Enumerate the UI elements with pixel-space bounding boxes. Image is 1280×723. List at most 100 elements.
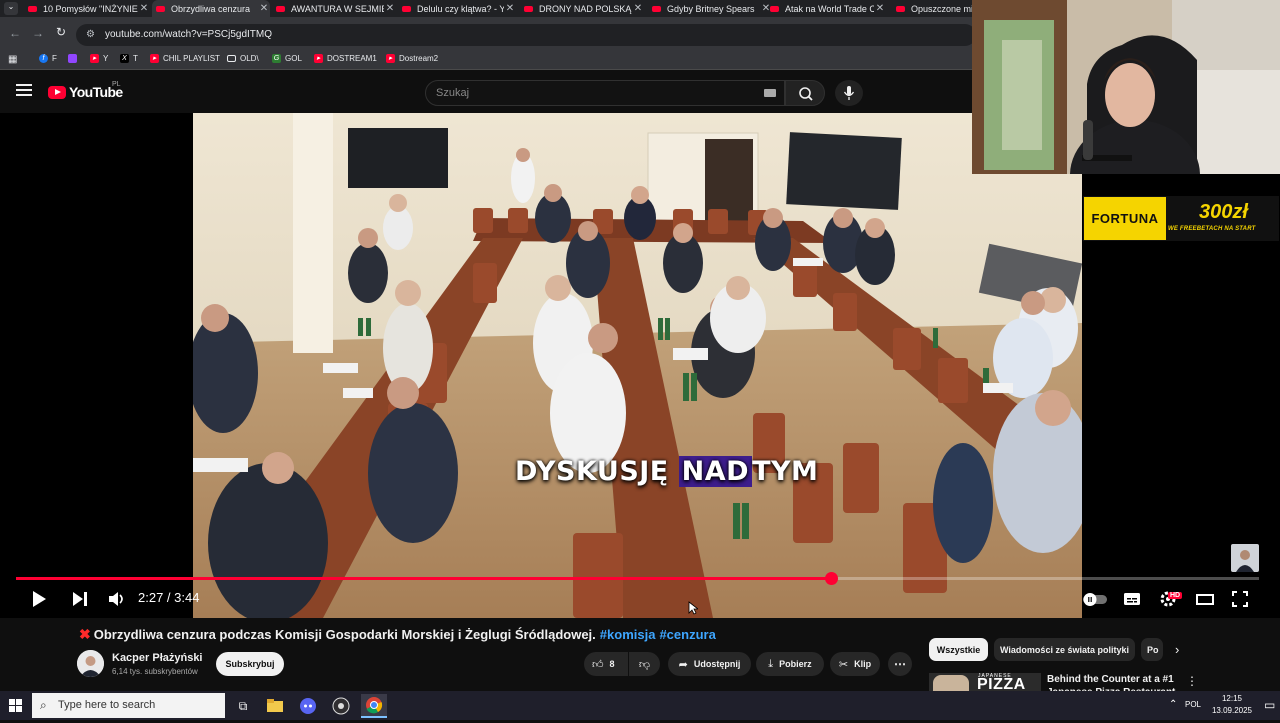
menu-icon[interactable] bbox=[16, 84, 32, 96]
autoplay-toggle[interactable] bbox=[1081, 591, 1109, 611]
hashtag-link[interactable]: #cenzura bbox=[659, 627, 715, 642]
youtube-icon bbox=[896, 5, 905, 12]
forward-arrow-icon[interactable]: → bbox=[32, 26, 44, 40]
fullscreen-icon bbox=[1232, 591, 1248, 607]
subtitles-icon bbox=[1124, 593, 1140, 605]
browser-tab[interactable]: Atak na World Trade Center ✕ bbox=[766, 0, 886, 17]
keyboard-icon[interactable] bbox=[764, 89, 776, 97]
close-icon[interactable]: ✕ bbox=[504, 3, 516, 14]
caption-word: TYM bbox=[752, 456, 819, 487]
back-arrow-icon[interactable]: ← bbox=[9, 26, 21, 40]
reload-icon[interactable]: ↻ bbox=[56, 25, 66, 39]
clock-date[interactable]: 13.09.2025 bbox=[1208, 706, 1256, 715]
clip-button[interactable]: ✂ Klip bbox=[830, 652, 880, 676]
subtitles-button[interactable] bbox=[1123, 589, 1141, 609]
fullscreen-button[interactable] bbox=[1231, 589, 1249, 609]
bookmark-folder-old[interactable]: OLD\ bbox=[227, 54, 259, 63]
channel-avatar[interactable] bbox=[77, 650, 104, 677]
obs-icon[interactable] bbox=[328, 694, 354, 718]
close-icon[interactable]: ✕ bbox=[138, 3, 150, 14]
task-view-icon[interactable]: ⧉ bbox=[230, 694, 256, 718]
dislike-button[interactable]: 👎︎ bbox=[629, 652, 660, 676]
bookmark-facebook[interactable]: fF bbox=[39, 54, 57, 63]
apps-grid-icon[interactable]: ▦ bbox=[8, 54, 17, 65]
tab-search-button[interactable]: ⌄ bbox=[4, 2, 18, 15]
bookmark-chil-playlist[interactable]: ▸ CHIL PLAYLIST bbox=[150, 54, 220, 63]
play-button[interactable] bbox=[30, 589, 48, 609]
chevron-right-icon[interactable]: › bbox=[1175, 642, 1179, 657]
close-icon[interactable]: ✕ bbox=[874, 3, 886, 14]
progress-played bbox=[16, 577, 832, 580]
chrome-icon[interactable] bbox=[361, 694, 387, 718]
voice-search-button[interactable] bbox=[835, 80, 863, 106]
search-input[interactable] bbox=[425, 80, 785, 106]
notifications-icon[interactable]: ▭ bbox=[1264, 698, 1275, 712]
browser-tab[interactable]: Opuszczone miasto bbox=[892, 0, 972, 17]
taskbar-search-placeholder: Type here to search bbox=[58, 699, 156, 711]
close-icon[interactable]: ✕ bbox=[384, 3, 396, 14]
chip-all[interactable]: Wszystkie bbox=[929, 638, 988, 661]
video-caption: DYSKUSJĘ NAD TYM bbox=[515, 456, 818, 487]
windows-start-button[interactable] bbox=[9, 699, 22, 712]
bookmark-gol[interactable]: G GOL bbox=[272, 54, 302, 63]
settings-button[interactable]: HD bbox=[1158, 589, 1184, 609]
browser-tab[interactable]: Delulu czy klątwa? - YouTube ✕ bbox=[398, 0, 516, 17]
close-icon[interactable]: ✕ bbox=[258, 3, 270, 14]
bookmark-dostream1[interactable]: ▸ DOSTREAM1 bbox=[314, 54, 377, 63]
browser-tab-active[interactable]: Obrzydliwa cenzura ✕ bbox=[152, 0, 270, 17]
cursor-icon bbox=[688, 601, 700, 615]
youtube-logo[interactable]: YouTube PL bbox=[48, 81, 123, 100]
tab-label: Delulu czy klątwa? - YouTube bbox=[417, 3, 504, 14]
bookmark-dostream2[interactable]: ▸ Dostream2 bbox=[386, 54, 438, 63]
browser-tab[interactable]: Gdyby Britney Spears ✕ bbox=[648, 0, 772, 17]
tab-label: 10 Pomysłów "INŻYNIERÓW" bbox=[43, 3, 138, 14]
recommendation-thumbnail[interactable]: JAPANESE PIZZA bbox=[929, 673, 1041, 691]
avatar-icon bbox=[1236, 550, 1254, 572]
sponsor-amount: 300zł bbox=[1199, 201, 1248, 223]
bookmark-youtube[interactable]: ▸ Y bbox=[90, 54, 108, 63]
sponsor-banner[interactable]: FORTUNA 300zł WE FREEBETACH NA START bbox=[1083, 196, 1279, 241]
tab-label: Gdyby Britney Spears bbox=[667, 3, 755, 14]
video-frame[interactable]: DYSKUSJĘ NAD TYM bbox=[193, 113, 1082, 618]
youtube-icon bbox=[276, 5, 285, 12]
download-icon: ⤓ bbox=[768, 657, 774, 670]
language-indicator[interactable]: POL bbox=[1185, 700, 1201, 709]
bookmark-twitch[interactable] bbox=[68, 54, 81, 63]
more-vertical-icon[interactable]: ⋮ bbox=[1186, 674, 1198, 688]
next-button[interactable] bbox=[71, 589, 89, 609]
youtube-icon: ▸ bbox=[386, 54, 395, 63]
red-x-icon: ✖ bbox=[79, 626, 91, 642]
theater-mode-button[interactable] bbox=[1196, 589, 1214, 609]
hashtag-link[interactable]: #komisja bbox=[600, 627, 656, 642]
more-actions-button[interactable]: ⋯ bbox=[888, 652, 912, 676]
video-player[interactable]: DYSKUSJĘ NAD TYM FORTUNA 300zł WE FREEBET… bbox=[0, 0, 1280, 618]
bookmark-x[interactable]: XT bbox=[120, 54, 138, 63]
site-info-icon[interactable]: ⚙ bbox=[86, 29, 95, 40]
mute-button[interactable] bbox=[107, 589, 127, 609]
chevron-up-icon[interactable]: ⌃ bbox=[1169, 699, 1177, 710]
time-separator: / bbox=[163, 590, 175, 605]
channel-name[interactable]: Kacper Płażyński bbox=[112, 652, 203, 664]
file-explorer-icon[interactable] bbox=[262, 694, 288, 718]
chip-partial[interactable]: Po bbox=[1141, 638, 1163, 661]
video-progress-bar[interactable] bbox=[16, 572, 1259, 585]
discord-icon[interactable] bbox=[295, 694, 321, 718]
subscribe-button[interactable]: Subskrybuj bbox=[216, 652, 284, 676]
chip-politics-news[interactable]: Wiadomości ze świata polityki bbox=[994, 638, 1135, 661]
close-icon[interactable]: ✕ bbox=[632, 3, 644, 14]
recommendation-title[interactable]: Behind the Counter at a #1 Japanese Pizz… bbox=[1047, 673, 1177, 691]
share-button[interactable]: ➦ Udostępnij bbox=[668, 652, 751, 676]
youtube-icon bbox=[402, 5, 411, 12]
browser-tab[interactable]: DRONY NAD POLSKĄ ✕ bbox=[520, 0, 644, 17]
clock-time[interactable]: 12:15 bbox=[1218, 694, 1246, 703]
taskbar-search[interactable]: ⌕ Type here to search bbox=[32, 693, 225, 718]
browser-tab[interactable]: 10 Pomysłów "INŻYNIERÓW" ✕ bbox=[24, 0, 150, 17]
browser-tab[interactable]: AWANTURA W SEJMIE ✕ bbox=[272, 0, 396, 17]
channel-watermark[interactable] bbox=[1231, 544, 1259, 572]
search-button[interactable] bbox=[785, 80, 825, 106]
download-label: Pobierz bbox=[779, 659, 812, 669]
like-button[interactable]: 👍︎ 8 bbox=[584, 652, 628, 676]
download-button[interactable]: ⤓ Pobierz bbox=[756, 652, 824, 676]
address-bar[interactable]: ⚙ youtube.com/watch?v=PSCj5gdITMQ bbox=[76, 24, 976, 46]
avatar-icon bbox=[77, 650, 104, 677]
